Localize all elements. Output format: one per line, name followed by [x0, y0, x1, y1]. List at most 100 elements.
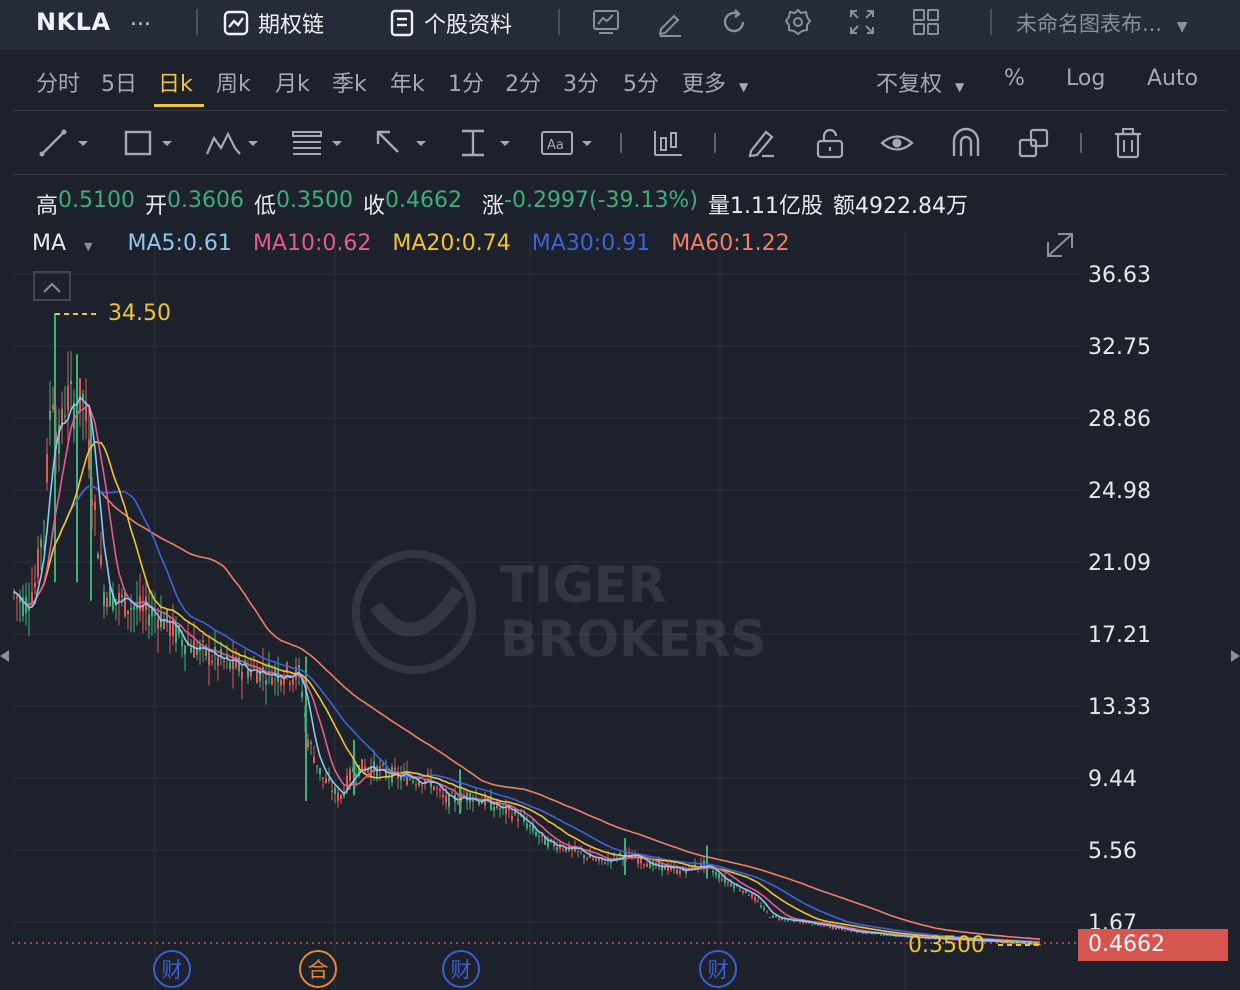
- candle-body: [742, 890, 744, 893]
- period-tab[interactable]: 月k: [275, 66, 310, 98]
- text-tool[interactable]: Aa: [540, 125, 596, 161]
- divider: [1080, 133, 1082, 153]
- ma20-value: MA20:0.74: [392, 231, 511, 256]
- trend-line-tool[interactable]: [38, 125, 94, 161]
- magnet-tool[interactable]: [950, 125, 982, 161]
- event-badge[interactable]: 财: [153, 950, 191, 988]
- y-tick-label: 9.44: [1088, 767, 1137, 792]
- period-tab[interactable]: 周k: [216, 66, 251, 98]
- candle-body: [832, 926, 834, 929]
- period-tab[interactable]: 3分: [563, 66, 599, 98]
- adjust-dropdown[interactable]: 不复权 ▼: [876, 66, 964, 98]
- candle-body: [124, 591, 126, 617]
- low-value: 0.3500: [276, 188, 353, 213]
- candle-body: [37, 548, 39, 578]
- edit-icon[interactable]: [654, 6, 686, 38]
- chevron-down-icon: ▼: [1176, 19, 1188, 35]
- candle-body: [391, 767, 393, 783]
- candle-body: [676, 868, 678, 874]
- brush-tool[interactable]: [746, 125, 778, 161]
- candle-body: [778, 918, 780, 920]
- scroll-right-icon[interactable]: [1231, 650, 1240, 662]
- adjust-label: 不复权: [876, 72, 943, 97]
- stock-info-button[interactable]: 个股资料: [388, 6, 512, 40]
- copy-icon: [1018, 128, 1049, 158]
- chevron-down-icon: ▼: [739, 80, 749, 94]
- event-badge[interactable]: 合: [299, 950, 337, 988]
- candle-body: [880, 934, 882, 936]
- candle-body: [763, 907, 765, 910]
- auto-toggle[interactable]: Auto: [1147, 66, 1198, 91]
- layout-name-dropdown[interactable]: 未命名图表布... ▼: [1016, 8, 1188, 38]
- y-tick-label: 36.63: [1088, 263, 1151, 288]
- grid-layout-icon[interactable]: [910, 6, 942, 38]
- fib-icon: [292, 131, 342, 155]
- candle-body: [331, 790, 333, 793]
- candle-body: [583, 855, 585, 858]
- more-periods-dropdown[interactable]: 更多 ▼: [682, 66, 748, 98]
- candle-body: [121, 594, 123, 598]
- ma-legend: MA ▼ MA5:0.61 MA10:0.62 MA20:0.74 MA30:0.…: [32, 231, 804, 256]
- arrow-icon: [376, 130, 426, 153]
- candle-body: [103, 591, 105, 607]
- measure-icon: [462, 129, 510, 157]
- period-tab[interactable]: 5分: [623, 66, 659, 98]
- period-tab[interactable]: 2分: [505, 66, 541, 98]
- candle-body: [310, 742, 312, 745]
- event-badge-label: 财: [451, 958, 472, 982]
- delete-tool[interactable]: [1112, 125, 1144, 161]
- period-tab[interactable]: 1分: [448, 66, 484, 98]
- gear-icon[interactable]: [782, 6, 814, 38]
- candle-body: [442, 794, 444, 798]
- trash-icon: [1115, 128, 1141, 159]
- fullscreen-icon[interactable]: [846, 6, 878, 38]
- period-tab[interactable]: 分时: [36, 66, 80, 98]
- refresh-icon[interactable]: [718, 6, 750, 38]
- candle-body: [190, 647, 192, 653]
- period-tab[interactable]: 年k: [390, 66, 425, 98]
- candle-body: [16, 596, 18, 599]
- measure-tool[interactable]: [458, 125, 514, 161]
- max-marker-label: 34.50: [108, 301, 171, 326]
- candle-style-tool[interactable]: [652, 125, 684, 161]
- scroll-left-icon[interactable]: [0, 650, 9, 662]
- indicator-icon[interactable]: [590, 6, 622, 38]
- pattern-icon: [205, 131, 258, 155]
- candle-body: [748, 894, 750, 896]
- amount-value: 4922.84万: [854, 194, 968, 219]
- options-chain-button[interactable]: 期权链: [222, 6, 324, 40]
- ticker-symbol[interactable]: NKLA: [36, 8, 111, 36]
- candle-body: [337, 792, 339, 802]
- pattern-tool[interactable]: [204, 125, 264, 161]
- candle-body: [313, 756, 315, 763]
- visibility-tool[interactable]: [880, 125, 914, 161]
- event-badge[interactable]: 财: [699, 950, 737, 988]
- period-tab[interactable]: 5日: [101, 66, 137, 98]
- event-badge[interactable]: 财: [442, 950, 480, 988]
- candle-body: [34, 582, 36, 587]
- arrow-tool[interactable]: [374, 125, 430, 161]
- candle-body: [130, 607, 132, 610]
- candle-body: [526, 823, 528, 829]
- pencil-icon: [748, 130, 774, 158]
- period-tab-active[interactable]: 日k: [158, 66, 193, 98]
- rectangle-icon: [124, 130, 172, 156]
- y-tick-label: 24.98: [1088, 479, 1151, 504]
- rectangle-tool[interactable]: [122, 125, 178, 161]
- candle-body: [223, 660, 225, 662]
- clone-tool[interactable]: [1018, 125, 1050, 161]
- candle-body: [586, 857, 588, 859]
- percent-toggle[interactable]: %: [1004, 66, 1025, 91]
- candle-body: [412, 780, 414, 783]
- fib-tool[interactable]: [290, 125, 346, 161]
- amount-label: 额: [832, 194, 855, 219]
- open-label: 开: [145, 194, 168, 219]
- ma-selector[interactable]: MA ▼: [32, 231, 107, 256]
- lock-tool[interactable]: [814, 125, 846, 161]
- candle-body: [757, 901, 759, 903]
- log-toggle[interactable]: Log: [1066, 66, 1105, 91]
- kline-chart[interactable]: TIGER BROKERS 36.63 32.75 28.86 24.98 21.09 1…: [0, 228, 1240, 990]
- ticker-more-button[interactable]: ...: [130, 6, 151, 31]
- open-value: 0.3606: [167, 188, 244, 213]
- period-tab[interactable]: 季k: [332, 66, 367, 98]
